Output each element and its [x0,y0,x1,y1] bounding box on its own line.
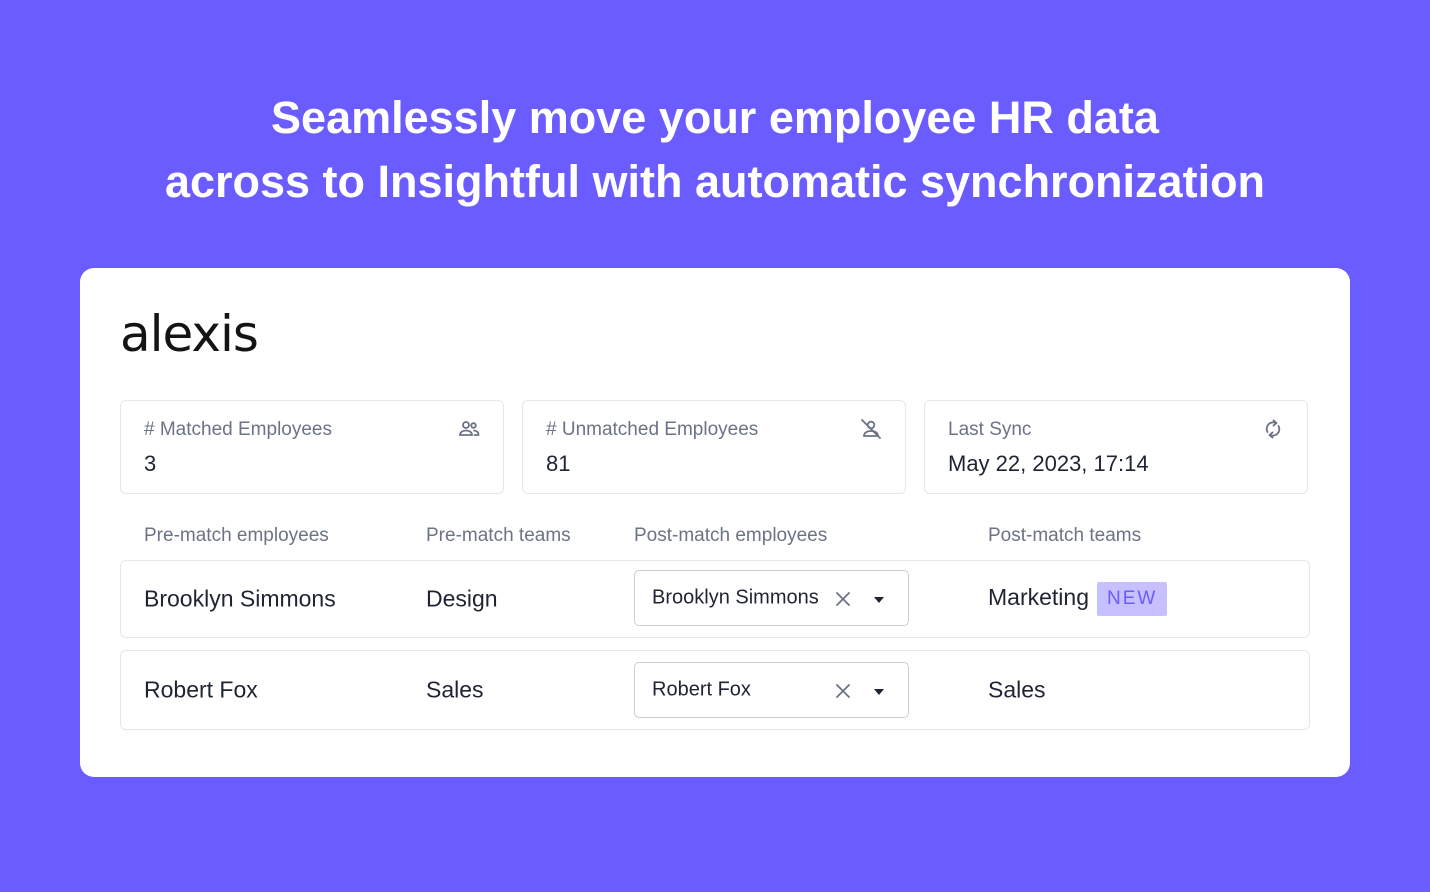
headline-line-1: Seamlessly move your employee HR data [271,92,1159,143]
clear-icon[interactable] [833,681,853,701]
new-badge: NEW [1096,582,1168,616]
headline-line-2: across to Insightful with automatic sync… [164,156,1266,207]
post-match-team-label: Marketing [988,584,1089,611]
column-header-post-match-teams: Post-match teams [988,525,1142,546]
pre-match-employee: Brooklyn Simmons [144,585,336,612]
post-match-team: Marketing NEW [988,582,1168,616]
stat-label: # Matched Employees [144,419,332,440]
stat-label: # Unmatched Employees [546,419,759,440]
sync-icon[interactable] [1261,417,1285,441]
alexis-logo: alexis [120,305,259,363]
post-match-employee-select[interactable]: Brooklyn Simmons [634,570,909,626]
table-row: Robert Fox Sales Robert Fox Sales [120,650,1310,730]
stat-value: May 22, 2023, 17:14 [948,451,1149,476]
chevron-down-icon[interactable] [873,596,885,604]
integration-card: alexis # Matched Employees 3 # Unmatched… [80,268,1350,777]
post-match-employee-select[interactable]: Robert Fox [634,662,909,718]
stat-label: Last Sync [948,419,1032,440]
table-row: Brooklyn Simmons Design Brooklyn Simmons… [120,560,1310,638]
post-match-team: Sales [988,676,1046,703]
person-off-icon [861,419,881,439]
column-header-pre-match-employees: Pre-match employees [144,525,329,546]
column-header-pre-match-teams: Pre-match teams [426,525,571,546]
stat-unmatched-employees: # Unmatched Employees 81 [522,400,906,494]
select-value: Brooklyn Simmons [652,586,819,609]
stat-value: 3 [144,451,157,476]
headline: Seamlessly move your employee HR data ac… [0,86,1430,214]
column-header-post-match-employees: Post-match employees [634,525,828,546]
select-value: Robert Fox [652,678,751,701]
people-icon [459,421,480,436]
chevron-down-icon[interactable] [873,688,885,696]
pre-match-team: Design [426,585,498,612]
stat-value: 81 [546,451,571,476]
clear-icon[interactable] [833,589,853,609]
stat-last-sync: Last Sync May 22, 2023, 17:14 [924,400,1308,494]
pre-match-team: Sales [426,676,484,703]
stat-matched-employees: # Matched Employees 3 [120,400,504,494]
pre-match-employee: Robert Fox [144,676,258,703]
